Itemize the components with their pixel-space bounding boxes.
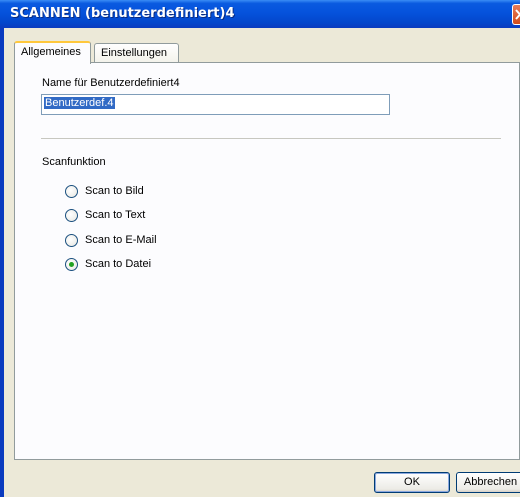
radio-label[interactable]: Scan to Bild xyxy=(85,185,144,197)
radio-label[interactable]: Scan to E-Mail xyxy=(85,234,157,246)
window-title: SCANNEN (benutzerdefiniert)4 xyxy=(10,6,235,21)
radio-button-icon[interactable] xyxy=(65,185,78,198)
section-divider xyxy=(41,138,501,139)
radio-button-icon[interactable] xyxy=(65,234,78,247)
radio-label[interactable]: Scan to Datei xyxy=(85,258,151,270)
radio-label[interactable]: Scan to Text xyxy=(85,209,145,221)
radio-dot-icon xyxy=(69,262,74,267)
scan-function-label: Scanfunktion xyxy=(42,156,106,168)
tab-einstellungen[interactable]: Einstellungen xyxy=(94,43,179,63)
name-input-value: Benutzerdef.4 xyxy=(44,97,115,109)
ok-button[interactable]: OK xyxy=(374,472,450,493)
close-button[interactable] xyxy=(512,4,520,25)
title-bar[interactable]: SCANNEN (benutzerdefiniert)4 xyxy=(0,0,520,28)
radio-button-icon[interactable] xyxy=(65,258,78,271)
dialog-window: SCANNEN (benutzerdefiniert)4 Allgemeines… xyxy=(0,0,520,497)
tab-panel-allgemeines: Name für Benutzerdefiniert4 Benutzerdef.… xyxy=(14,62,520,460)
radio-button-icon[interactable] xyxy=(65,209,78,222)
name-field-label: Name für Benutzerdefiniert4 xyxy=(42,77,180,89)
name-input[interactable]: Benutzerdef.4 xyxy=(41,94,390,115)
cancel-button[interactable]: Abbrechen xyxy=(456,472,520,493)
close-icon xyxy=(515,9,520,20)
tab-allgemeines[interactable]: Allgemeines xyxy=(14,41,91,64)
